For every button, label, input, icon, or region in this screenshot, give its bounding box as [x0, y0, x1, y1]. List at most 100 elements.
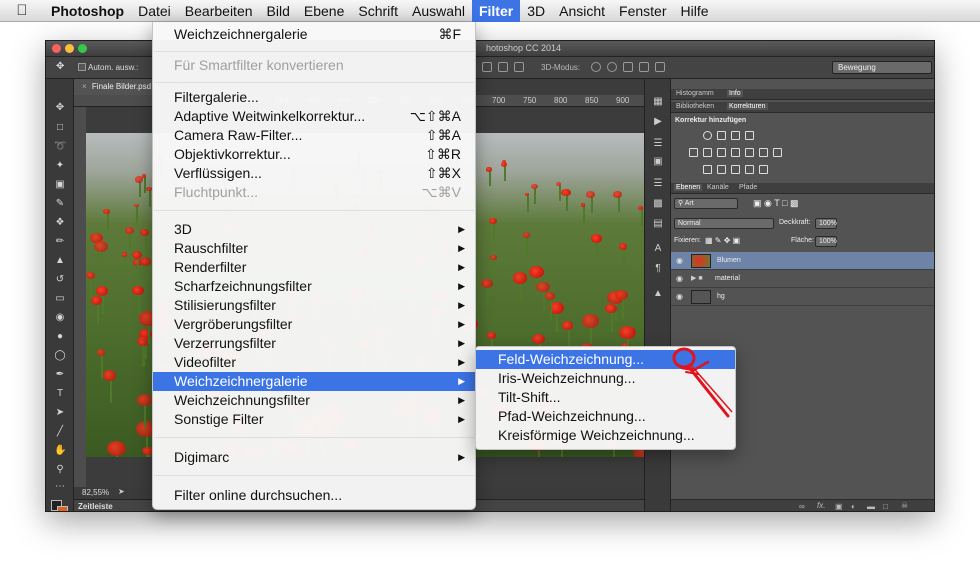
- auto-select-checkbox[interactable]: [78, 63, 86, 71]
- hand-tool-icon[interactable]: ✋: [54, 446, 66, 456]
- history-panel-icon[interactable]: ▦: [652, 97, 664, 107]
- menu-item-filter-online[interactable]: Filter online durchsuchen...: [153, 486, 475, 505]
- eraser-tool-icon[interactable]: ▭: [54, 294, 66, 304]
- menu-fenster[interactable]: Fenster: [612, 0, 673, 22]
- link-layers-icon[interactable]: ∞: [799, 502, 805, 511]
- scale-3d-icon[interactable]: [655, 62, 665, 72]
- close-tab-icon[interactable]: ×: [82, 82, 87, 91]
- align-middle-icon[interactable]: [498, 62, 508, 72]
- menu-filter[interactable]: Filter: [471, 0, 521, 22]
- slide-3d-icon[interactable]: [639, 62, 649, 72]
- menu-item-smartfilter[interactable]: Für Smartfilter konvertieren: [153, 56, 475, 75]
- history-brush-tool-icon[interactable]: ↺: [54, 275, 66, 285]
- menu-item-digimarc[interactable]: Digimarc ▶: [153, 448, 475, 467]
- move-tool-icon[interactable]: ✥: [54, 103, 66, 113]
- tab-korrekturen[interactable]: Korrekturen: [727, 103, 768, 110]
- menu-ansicht[interactable]: Ansicht: [552, 0, 612, 22]
- black-white-icon[interactable]: [731, 148, 740, 157]
- tab-pfade[interactable]: Pfade: [737, 184, 759, 191]
- menu-datei[interactable]: Datei: [131, 0, 178, 22]
- selective-color-icon[interactable]: [745, 165, 754, 174]
- quick-select-tool-icon[interactable]: ✦: [54, 161, 66, 171]
- background-color-swatch[interactable]: [57, 506, 68, 511]
- menu-item-sonstige-filter[interactable]: Sonstige Filter ▶: [153, 410, 475, 429]
- brush-panel-icon[interactable]: ☰: [652, 139, 664, 149]
- 3d-panel-icon[interactable]: ▲: [652, 289, 664, 299]
- color-balance-icon[interactable]: [717, 148, 726, 157]
- eyedropper-tool-icon[interactable]: ✎: [54, 199, 66, 209]
- align-bottom-icon[interactable]: [514, 62, 524, 72]
- adjustments-panel-icon[interactable]: ▤: [652, 219, 664, 229]
- menu-item-scharfzeichnungsfilter[interactable]: Scharfzeichnungsfilter ▶: [153, 277, 475, 296]
- dodge-tool-icon[interactable]: ◯: [54, 351, 66, 361]
- tab-histogramm[interactable]: Histogramm: [674, 90, 716, 97]
- submenu-item-iris[interactable]: Iris-Weichzeichnung...: [476, 369, 735, 388]
- pan-3d-icon[interactable]: [623, 62, 633, 72]
- channel-mixer-icon[interactable]: [759, 148, 768, 157]
- group-icon[interactable]: ▬: [867, 502, 875, 511]
- menu-app-name[interactable]: Photoshop: [44, 0, 131, 22]
- brightness-icon[interactable]: [703, 131, 712, 140]
- healing-tool-icon[interactable]: ❖: [54, 218, 66, 228]
- status-arrow-icon[interactable]: ➤: [118, 487, 125, 496]
- rotate-3d-icon[interactable]: [591, 62, 601, 72]
- blur-tool-icon[interactable]: ●: [54, 332, 66, 342]
- exposure-icon[interactable]: [745, 131, 754, 140]
- visibility-eye-icon[interactable]: ◉: [676, 274, 683, 283]
- posterize-icon[interactable]: [717, 165, 726, 174]
- menu-item-rauschfilter[interactable]: Rauschfilter ▶: [153, 239, 475, 258]
- menu-item-verzerrungsfilter[interactable]: Verzerrungsfilter ▶: [153, 334, 475, 353]
- layer-row[interactable]: ◉ hg: [671, 288, 934, 306]
- submenu-item-pfad[interactable]: Pfad-Weichzeichnung...: [476, 407, 735, 426]
- paragraph-panel-icon[interactable]: ¶: [652, 264, 664, 274]
- layer-row[interactable]: ◉ ▶ ■ material: [671, 270, 934, 288]
- menu-bild[interactable]: Bild: [260, 0, 297, 22]
- lasso-tool-icon[interactable]: ➰: [54, 142, 66, 152]
- menu-item-weichzeichnergalerie-last[interactable]: Weichzeichnergalerie ⌘F: [153, 25, 475, 44]
- path-select-tool-icon[interactable]: ➤: [54, 408, 66, 418]
- pen-tool-icon[interactable]: ✒: [54, 370, 66, 380]
- brush-tool-icon[interactable]: ✏: [54, 237, 66, 247]
- menu-item-renderfilter[interactable]: Renderfilter ▶: [153, 258, 475, 277]
- visibility-eye-icon[interactable]: ◉: [676, 292, 683, 301]
- menu-item-stilisierungsfilter[interactable]: Stilisierungsfilter ▶: [153, 296, 475, 315]
- mask-icon[interactable]: ▣: [835, 502, 843, 511]
- menu-bearbeiten[interactable]: Bearbeiten: [178, 0, 260, 22]
- tab-info[interactable]: Info: [727, 90, 743, 97]
- clone-source-icon[interactable]: ▩: [652, 199, 664, 209]
- actions-panel-icon[interactable]: ▶: [652, 117, 664, 127]
- color-lookup-icon[interactable]: [773, 148, 782, 157]
- menu-item-weichzeichnungsfilter[interactable]: Weichzeichnungsfilter ▶: [153, 391, 475, 410]
- zoom-tool-icon[interactable]: ⚲: [54, 465, 66, 475]
- visibility-eye-icon[interactable]: ◉: [676, 256, 683, 265]
- apple-icon[interactable]: : [0, 2, 44, 19]
- submenu-item-tilt-shift[interactable]: Tilt-Shift...: [476, 388, 735, 407]
- more-tools-icon[interactable]: ⋯: [54, 482, 66, 492]
- menu-ebene[interactable]: Ebene: [297, 0, 351, 22]
- roll-3d-icon[interactable]: [607, 62, 617, 72]
- adjustment-layer-icon[interactable]: ◐: [851, 502, 856, 511]
- menu-item-3d[interactable]: 3D ▶: [153, 220, 475, 239]
- layer-filter-icons[interactable]: ▣ ◉ T □ ▩: [753, 198, 798, 209]
- menu-item-adaptive-weitwinkel[interactable]: Adaptive Weitwinkelkorrektur... ⌥⇧⌘A: [153, 107, 475, 126]
- zoom-level[interactable]: 82,55%: [82, 488, 109, 497]
- align-top-icon[interactable]: [482, 62, 492, 72]
- close-button[interactable]: [52, 44, 61, 53]
- character-panel-icon[interactable]: A: [652, 244, 664, 254]
- zoom-button[interactable]: [78, 44, 87, 53]
- levels-icon[interactable]: [717, 131, 726, 140]
- mode-select[interactable]: Bewegung: [832, 61, 932, 74]
- layer-filter-select[interactable]: ⚲ Art: [674, 198, 738, 209]
- bucket-tool-icon[interactable]: ◉: [54, 313, 66, 323]
- menu-item-vergroeberungsfilter[interactable]: Vergröberungsfilter ▶: [153, 315, 475, 334]
- menu-3d[interactable]: 3D: [520, 0, 552, 22]
- photo-filter-icon[interactable]: [745, 148, 754, 157]
- lock-icons[interactable]: ▦ ✎ ✥ ▣: [705, 236, 740, 245]
- crop-tool-icon[interactable]: ▣: [54, 180, 66, 190]
- marquee-tool-icon[interactable]: □: [54, 123, 66, 133]
- new-layer-icon[interactable]: □: [883, 502, 888, 511]
- fill-value[interactable]: 100%: [815, 236, 837, 247]
- hue-saturation-icon[interactable]: [703, 148, 712, 157]
- type-tool-icon[interactable]: T: [54, 389, 66, 399]
- tab-ebenen[interactable]: Ebenen: [674, 184, 703, 191]
